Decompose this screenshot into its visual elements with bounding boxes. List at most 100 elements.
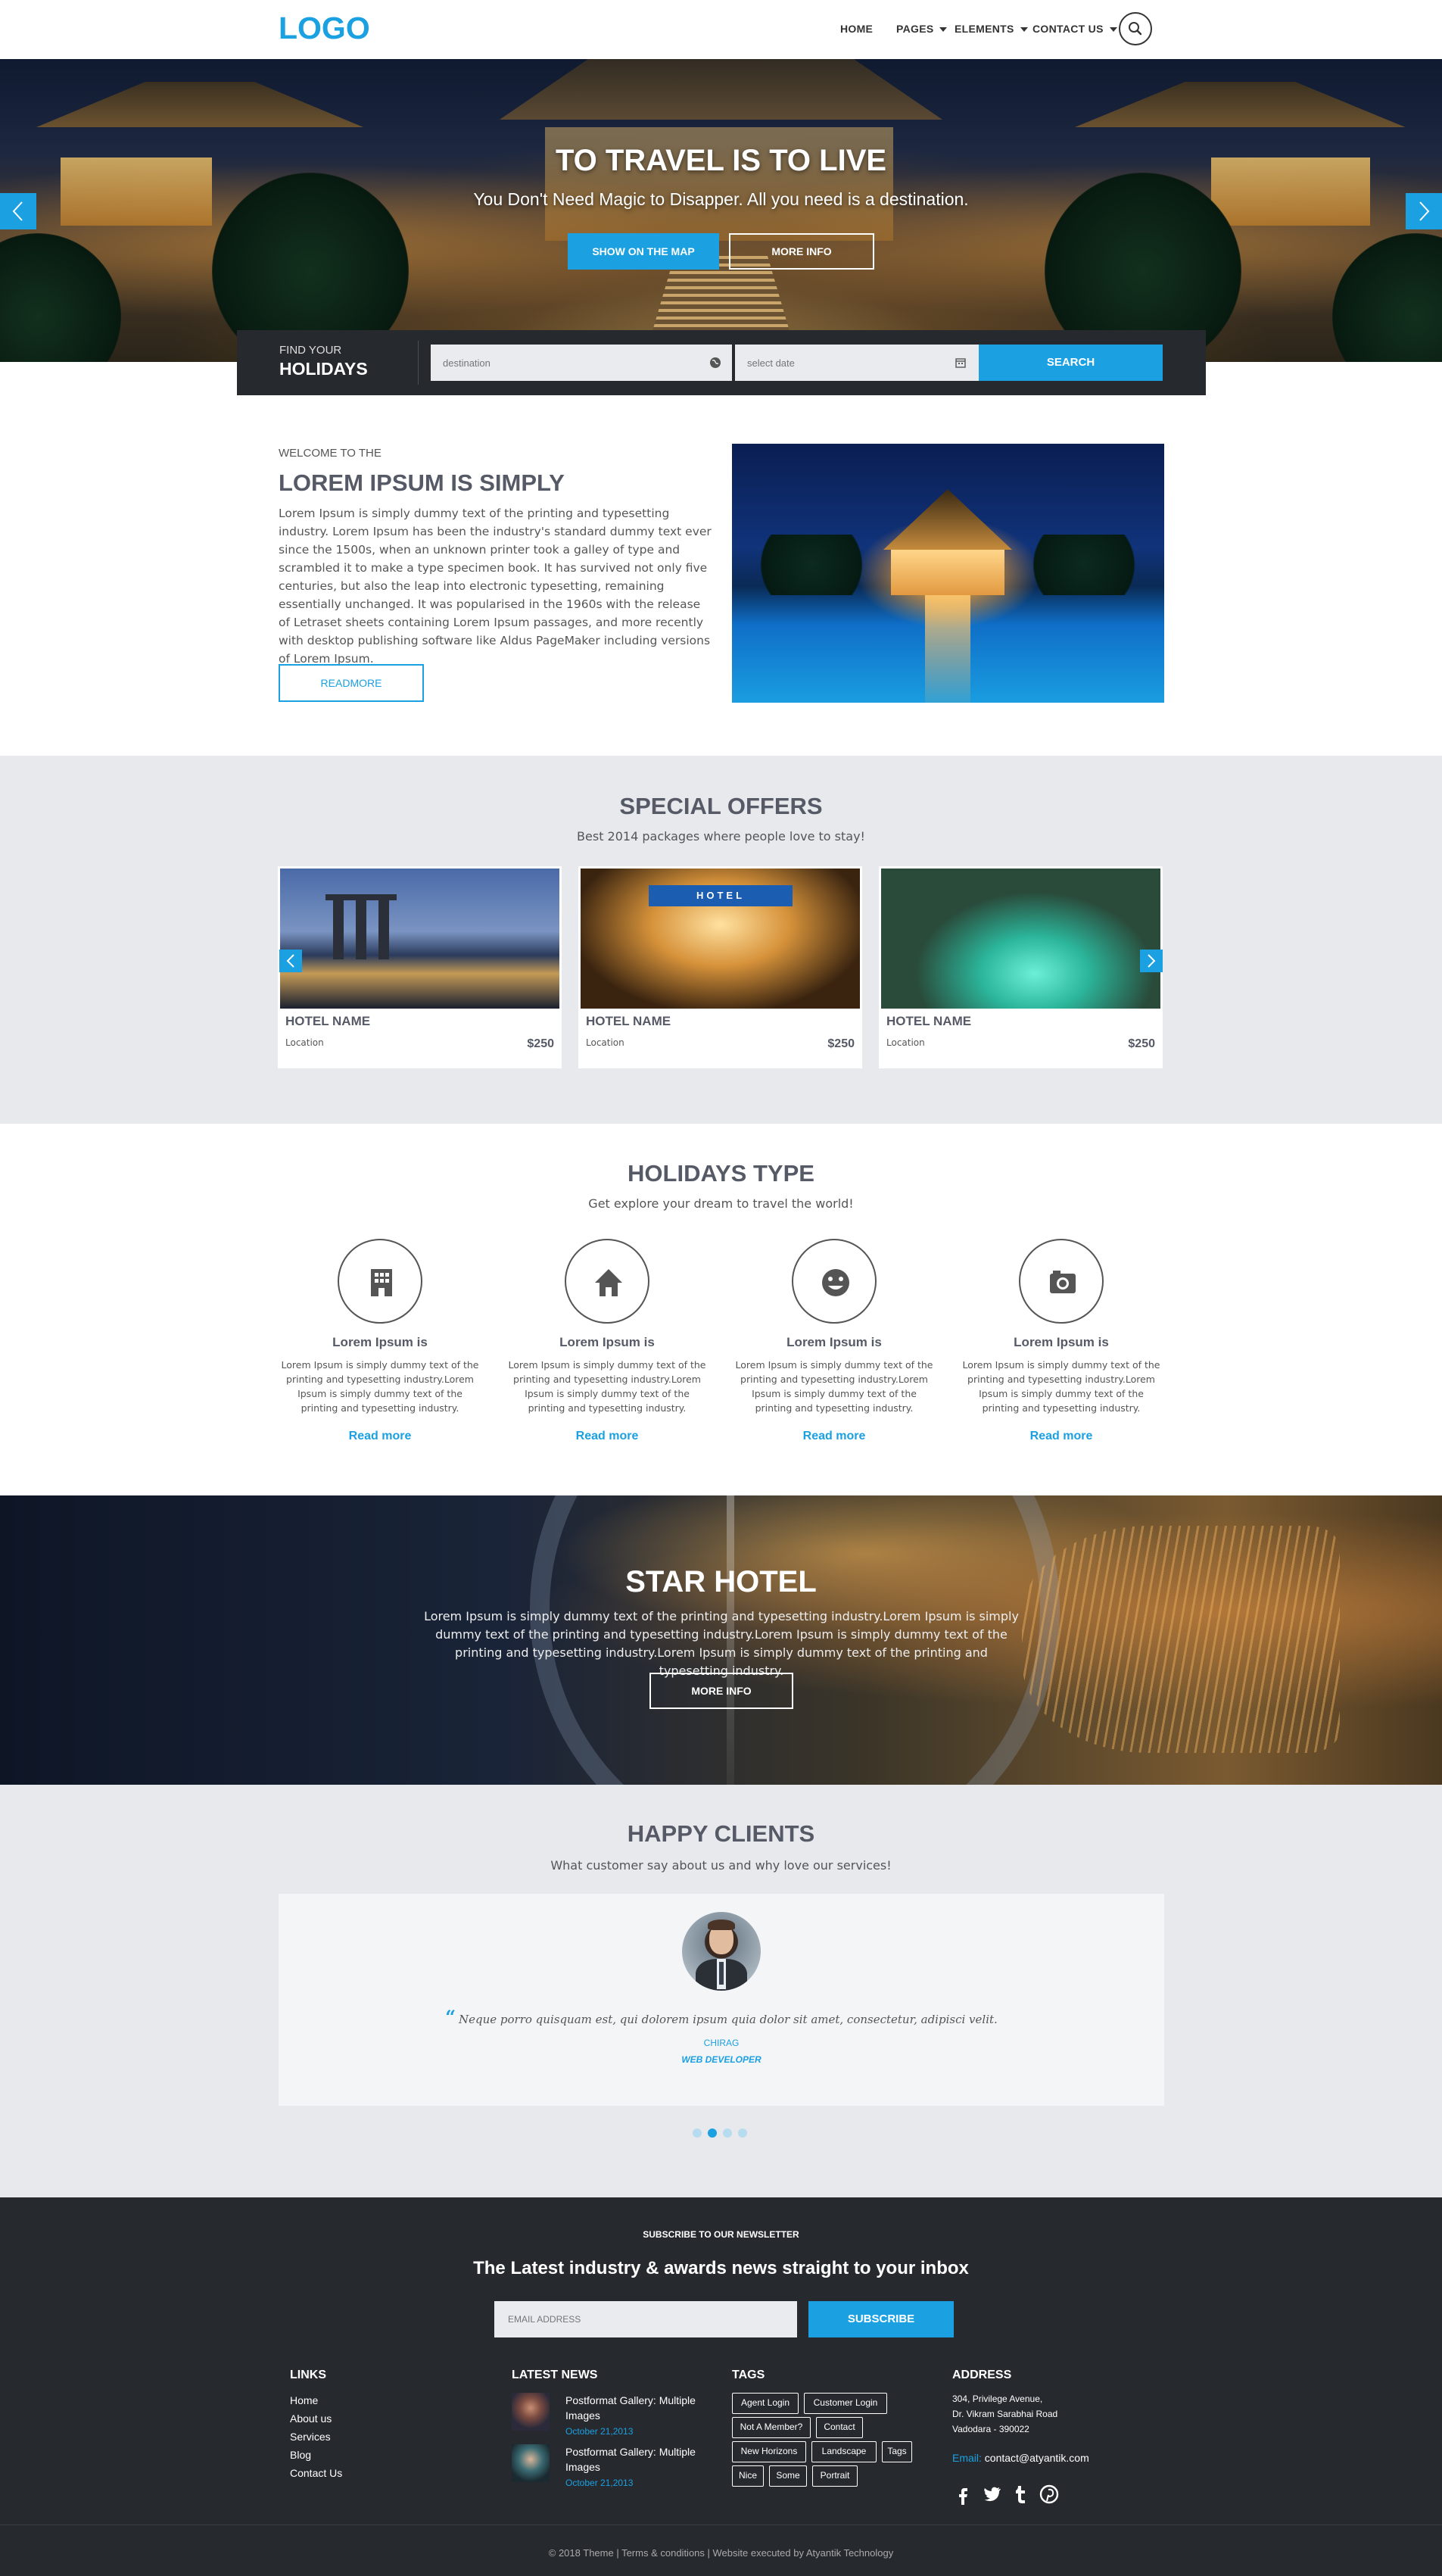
destination-input[interactable]: [431, 345, 732, 381]
links-heading: LINKS: [290, 2369, 326, 2381]
testimonial-card: “Neque porro quisquam est, qui dolorem i…: [279, 1894, 1164, 2106]
footer-link-services[interactable]: Services: [290, 2431, 331, 2443]
readmore-button[interactable]: READMORE: [279, 664, 424, 702]
pinterest-link[interactable]: [1039, 2484, 1060, 2505]
search-icon: [1129, 22, 1142, 36]
holiday-type-circle[interactable]: [792, 1239, 877, 1324]
hero-title: TO TRAVEL IS TO LIVE: [555, 144, 887, 177]
tag[interactable]: Contact: [816, 2417, 863, 2438]
holiday-type-circle[interactable]: [338, 1239, 422, 1324]
chevron-down-icon: [939, 27, 948, 33]
holiday-type-title: Lorem Ipsum is: [559, 1335, 655, 1349]
offer-location: Location: [886, 1037, 925, 1048]
address-line: 304, Privilege Avenue,: [952, 2394, 1043, 2404]
tag[interactable]: Agent Login: [732, 2393, 799, 2414]
holiday-read-more-link[interactable]: Read more: [494, 1430, 721, 1443]
site-footer: SUBSCRIBE TO OUR NEWSLETTER The Latest i…: [0, 2197, 1442, 2576]
palm-trees: [747, 535, 876, 595]
tag[interactable]: Portrait: [812, 2465, 858, 2487]
contact-email[interactable]: Email: contact@atyantik.com: [952, 2452, 1089, 2464]
decor-facade: [1022, 1526, 1340, 1753]
slider-dot-4[interactable]: [738, 2128, 747, 2138]
tag[interactable]: Landscape: [811, 2441, 877, 2462]
star-more-info-button[interactable]: MORE INFO: [649, 1673, 793, 1709]
footer-link-home[interactable]: Home: [290, 2394, 318, 2406]
pool-reflection: [925, 595, 970, 703]
nav-contact[interactable]: CONTACT US: [1032, 23, 1117, 35]
clients-subtitle: What customer say about us and why love …: [550, 1858, 892, 1873]
hotel-sign: HOTEL: [649, 885, 793, 906]
twitter-link[interactable]: [981, 2484, 1002, 2505]
footer-link-blog[interactable]: Blog: [290, 2449, 311, 2461]
offer-hotel-name: HOTEL NAME: [886, 1014, 972, 1028]
find-your-label: FIND YOUR: [279, 344, 342, 357]
news-thumbnail[interactable]: [512, 2393, 550, 2431]
pinterest-icon: [1039, 2484, 1059, 2504]
copyright: © 2018 Theme | Terms & conditions | Webs…: [548, 2547, 894, 2559]
chevron-left-icon: [12, 201, 23, 221]
footer-link-about[interactable]: About us: [290, 2412, 332, 2425]
tag[interactable]: Customer Login: [804, 2393, 887, 2414]
offers-prev-button[interactable]: [279, 950, 302, 972]
subscribe-button[interactable]: SUBSCRIBE: [808, 2301, 954, 2337]
holiday-type-text: Lorem Ipsum is simply dummy text of the …: [962, 1359, 1160, 1414]
chevron-down-icon: [1109, 27, 1117, 33]
news-title[interactable]: Postformat Gallery: Multiple Images: [565, 2393, 717, 2423]
hero-tree: [1332, 233, 1442, 362]
twitter-icon: [984, 2487, 1001, 2502]
holiday-type-text: Lorem Ipsum is simply dummy text of the …: [281, 1359, 479, 1414]
more-info-button[interactable]: MORE INFO: [729, 233, 874, 270]
nav-elements[interactable]: ELEMENTS: [955, 23, 1028, 35]
avatar: [682, 1912, 761, 1991]
offer-card[interactable]: HOTEL HOTEL NAME Location $250: [578, 866, 862, 1068]
tag[interactable]: Not A Member?: [732, 2417, 811, 2438]
holiday-type-circle[interactable]: [1019, 1239, 1104, 1324]
resort-lobby: [891, 550, 1004, 595]
facebook-link[interactable]: [952, 2484, 973, 2505]
tag[interactable]: Some: [769, 2465, 807, 2487]
news-date: October 21,2013: [565, 2478, 634, 2488]
nav-pages-label: PAGES: [896, 23, 934, 35]
newsletter-label: SUBSCRIBE TO OUR NEWSLETTER: [643, 2229, 799, 2240]
quote-icon: “: [445, 2006, 456, 2028]
holiday-read-more-link[interactable]: Read more: [266, 1430, 494, 1443]
hero-next-button[interactable]: [1406, 193, 1442, 229]
holiday-type-title: Lorem Ipsum is: [332, 1335, 428, 1349]
clients-title: HAPPY CLIENTS: [627, 1820, 815, 1847]
offer-card[interactable]: HOTEL NAME Location $250: [278, 866, 562, 1068]
holiday-read-more-link[interactable]: Read more: [721, 1430, 948, 1443]
news-title[interactable]: Postformat Gallery: Multiple Images: [565, 2444, 717, 2475]
footer-link-contact[interactable]: Contact Us: [290, 2467, 342, 2479]
slider-dot-3[interactable]: [723, 2128, 732, 2138]
nav-contact-label: CONTACT US: [1032, 23, 1104, 35]
offer-price: $250: [827, 1037, 855, 1050]
divider: [418, 341, 419, 385]
holiday-read-more-link[interactable]: Read more: [948, 1430, 1175, 1443]
client-role: WEB DEVELOPER: [681, 2054, 761, 2065]
offer-price: $250: [527, 1037, 554, 1050]
welcome-title: LOREM IPSUM IS SIMPLY: [279, 469, 565, 496]
tag[interactable]: Tags: [882, 2441, 912, 2462]
newsletter-email-input[interactable]: [494, 2301, 797, 2337]
tag[interactable]: Nice: [732, 2465, 764, 2487]
testimonial-quote: “Neque porro quisquam est, qui dolorem i…: [279, 2006, 1164, 2028]
news-thumbnail[interactable]: [512, 2444, 550, 2482]
holiday-type-circle[interactable]: [565, 1239, 649, 1324]
tumblr-link[interactable]: [1010, 2484, 1031, 2505]
search-button[interactable]: [1119, 12, 1152, 45]
tag[interactable]: New Horizons: [732, 2441, 806, 2462]
nav-home[interactable]: HOME: [840, 23, 873, 35]
slider-dot-2[interactable]: [708, 2128, 717, 2138]
logo[interactable]: LOGO: [279, 11, 370, 46]
holidays-title: HOLIDAYS TYPE: [628, 1160, 814, 1187]
hero-prev-button[interactable]: [0, 193, 36, 229]
slider-dot-1[interactable]: [693, 2128, 702, 2138]
site-header: LOGO HOME PAGES ELEMENTS CONTACT US: [0, 0, 1442, 59]
date-input[interactable]: [735, 345, 979, 381]
offers-next-button[interactable]: [1140, 950, 1163, 972]
search-submit-button[interactable]: SEARCH: [979, 345, 1163, 381]
show-on-map-button[interactable]: SHOW ON THE MAP: [568, 233, 719, 270]
offer-card[interactable]: HOTEL NAME Location $250: [879, 866, 1163, 1068]
holiday-type-text: Lorem Ipsum is simply dummy text of the …: [508, 1359, 706, 1414]
nav-pages[interactable]: PAGES: [896, 23, 948, 35]
